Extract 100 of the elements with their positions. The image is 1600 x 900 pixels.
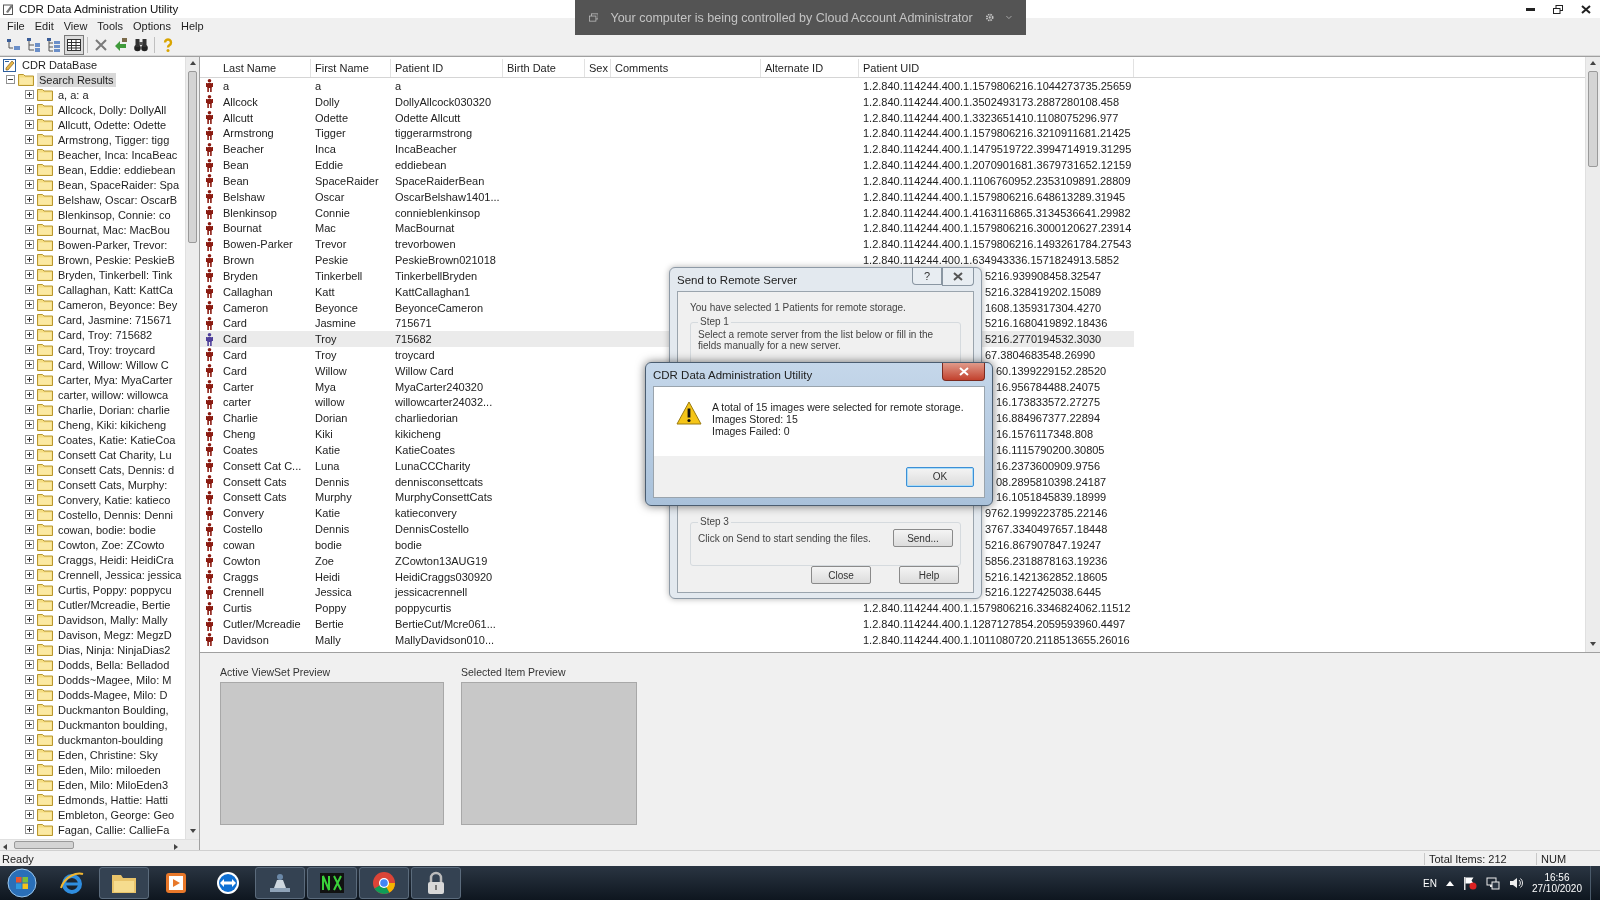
tree-item[interactable]: Cowton, Zoe: ZCowto — [56, 537, 167, 552]
expand-icon[interactable] — [25, 450, 34, 459]
expand-icon[interactable] — [25, 600, 34, 609]
toolbar-button[interactable] — [64, 34, 84, 55]
expand-icon[interactable] — [25, 360, 34, 369]
expand-icon[interactable] — [25, 345, 34, 354]
volume-icon[interactable] — [1508, 876, 1523, 890]
tree-item[interactable]: Consett Cats, Murphy: — [56, 477, 170, 492]
column-header[interactable]: Sex — [585, 59, 611, 77]
expand-icon[interactable] — [25, 270, 34, 279]
tree-item[interactable]: Convery, Katie: katieco — [56, 492, 173, 507]
tree-item[interactable]: Craggs, Heidi: HeidiCra — [56, 552, 176, 567]
expand-icon[interactable] — [25, 585, 34, 594]
clock-date[interactable]: 27/10/2020 — [1531, 883, 1582, 894]
column-header[interactable]: First Name — [311, 59, 391, 77]
tree-item[interactable]: Edmonds, Hattie: Hatti — [56, 792, 171, 807]
expand-icon[interactable] — [25, 390, 34, 399]
menu-item[interactable]: File — [2, 20, 30, 32]
tree-item[interactable]: Bryden, Tinkerbell: Tink — [56, 267, 175, 282]
tree-item[interactable]: Allcutt, Odette: Odette — [56, 117, 169, 132]
settings-icon[interactable] — [984, 11, 995, 24]
tree-item[interactable]: Blenkinsop, Connie: co — [56, 207, 173, 222]
menu-item[interactable]: Help — [175, 20, 209, 32]
expand-icon[interactable] — [25, 795, 34, 804]
expand-icon[interactable] — [25, 705, 34, 714]
send-button[interactable]: Send... — [893, 529, 953, 547]
menu-item[interactable]: Edit — [29, 20, 59, 32]
expand-icon[interactable] — [25, 675, 34, 684]
expand-icon[interactable] — [25, 90, 34, 99]
expand-icon[interactable] — [25, 510, 34, 519]
expand-icon[interactable] — [25, 135, 34, 144]
tree-item[interactable]: Allcock, Dolly: DollyAll — [56, 102, 169, 117]
tree-item[interactable]: Duckmanton Boulding, — [56, 702, 171, 717]
language-indicator[interactable]: EN — [1423, 877, 1437, 889]
tree-item[interactable]: Card, Troy: 715682 — [56, 327, 155, 342]
menu-item[interactable]: View — [58, 20, 93, 32]
tree-item[interactable]: Callaghan, Katt: KattCa — [56, 282, 175, 297]
expand-icon[interactable] — [25, 525, 34, 534]
expand-icon[interactable] — [25, 315, 34, 324]
tree-item[interactable]: Cameron, Beyonce: Bey — [56, 297, 180, 312]
left-arrow-icon[interactable] — [2, 843, 10, 851]
tree-item[interactable]: Bean, Eddie: eddiebean — [56, 162, 178, 177]
expand-icon[interactable] — [25, 405, 34, 414]
tree-item[interactable]: Belshaw, Oscar: OscarB — [56, 192, 180, 207]
expand-icon[interactable] — [25, 765, 34, 774]
column-header[interactable]: Patient ID — [391, 59, 503, 77]
expand-icon[interactable] — [25, 735, 34, 744]
tree-item[interactable]: Fagan, Callie: CallieFa — [56, 822, 172, 837]
scroll-thumb[interactable] — [1588, 71, 1598, 167]
taskbar-button[interactable] — [99, 867, 149, 899]
expand-icon[interactable] — [25, 195, 34, 204]
ok-button[interactable]: OK — [906, 466, 974, 487]
expand-icon[interactable] — [25, 570, 34, 579]
network-icon[interactable] — [1485, 876, 1500, 890]
tree-item[interactable]: Card, Jasmine: 715671 — [56, 312, 174, 327]
menu-item[interactable]: Tools — [92, 20, 129, 32]
expand-icon[interactable] — [25, 540, 34, 549]
tree-item[interactable]: Charlie, Dorian: charlie — [56, 402, 172, 417]
expand-icon[interactable] — [25, 180, 34, 189]
dialog-button[interactable]: Close — [811, 566, 871, 584]
tree-item[interactable]: Search Results — [37, 72, 116, 87]
collapse-icon[interactable] — [6, 75, 15, 84]
tree-item[interactable]: CDR DataBase — [20, 57, 100, 72]
tree-item[interactable]: Consett Cat Charity, Lu — [56, 447, 174, 462]
tree-item[interactable]: Dodds~Magee, Milo: M — [56, 672, 174, 687]
expand-icon[interactable] — [25, 480, 34, 489]
tree-item[interactable]: Armstrong, Tigger: tigg — [56, 132, 172, 147]
tree-item[interactable]: Cutler/Mcreadie, Bertie — [56, 597, 173, 612]
expand-icon[interactable] — [25, 465, 34, 474]
expand-icon[interactable] — [25, 225, 34, 234]
expand-icon[interactable] — [25, 165, 34, 174]
tree-item[interactable]: Beacher, Inca: IncaBeac — [56, 147, 180, 162]
column-header[interactable]: Alternate ID — [761, 59, 859, 77]
expand-icon[interactable] — [25, 240, 34, 249]
tree-item[interactable]: Curtis, Poppy: poppycu — [56, 582, 174, 597]
taskbar-button[interactable] — [255, 867, 305, 899]
expand-icon[interactable] — [25, 555, 34, 564]
taskbar-button[interactable] — [411, 867, 461, 899]
tree-item[interactable]: Coates, Katie: KatieCoa — [56, 432, 178, 447]
column-header[interactable]: Patient UID — [859, 59, 1134, 77]
close-button[interactable] — [942, 268, 974, 286]
expand-icon[interactable] — [25, 720, 34, 729]
expand-icon[interactable] — [25, 210, 34, 219]
expand-icon[interactable] — [25, 630, 34, 639]
scrollbar[interactable] — [0, 839, 199, 850]
tree-item[interactable]: Crennell, Jessica: jessica — [56, 567, 184, 582]
tree-item[interactable]: Eden, Milo: MiloEden3 — [56, 777, 171, 792]
expand-icon[interactable] — [25, 150, 34, 159]
expand-icon[interactable] — [25, 495, 34, 504]
expand-icon[interactable] — [25, 615, 34, 624]
help-button[interactable]: ? — [912, 268, 942, 285]
flag-icon[interactable] — [1462, 876, 1477, 890]
tree-item[interactable]: Card, Troy: troycard — [56, 342, 158, 357]
expand-icon[interactable] — [25, 285, 34, 294]
menu-item[interactable]: Options — [128, 20, 176, 32]
tree-item[interactable]: Bournat, Mac: MacBou — [56, 222, 172, 237]
expand-icon[interactable] — [25, 420, 34, 429]
tree-item[interactable]: Davison, Megz: MegzD — [56, 627, 174, 642]
column-header[interactable]: Last Name — [219, 59, 311, 77]
expand-icon[interactable] — [25, 120, 34, 129]
